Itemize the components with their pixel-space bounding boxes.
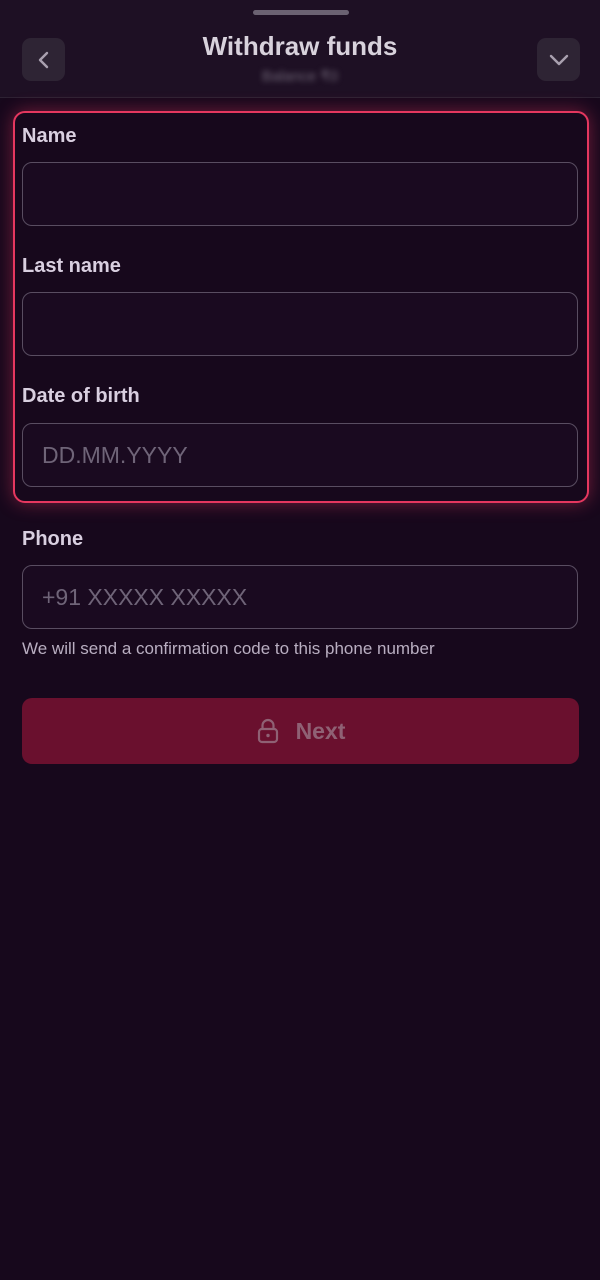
header-bar: Withdraw funds Balance ₹0 <box>0 0 600 98</box>
chevron-down-icon <box>549 54 568 65</box>
next-button[interactable]: Next <box>22 698 579 764</box>
drag-handle[interactable] <box>253 10 349 15</box>
name-label: Name <box>22 125 77 147</box>
last-name-field[interactable] <box>22 292 578 356</box>
lock-icon <box>257 718 278 744</box>
phone-hint: We will send a confirmation code to this… <box>22 639 435 658</box>
date-of-birth-label: Date of birth <box>22 385 140 407</box>
name-field[interactable] <box>22 162 578 226</box>
phone-field[interactable] <box>22 565 578 629</box>
page-title: Withdraw funds <box>202 31 398 61</box>
collapse-button[interactable] <box>537 38 580 81</box>
next-button-label: Next <box>295 717 346 744</box>
phone-label: Phone <box>22 528 84 550</box>
balance-subtitle: Balance ₹0 <box>261 68 339 85</box>
last-name-label: Last name <box>22 255 121 277</box>
date-of-birth-field[interactable] <box>22 423 578 487</box>
